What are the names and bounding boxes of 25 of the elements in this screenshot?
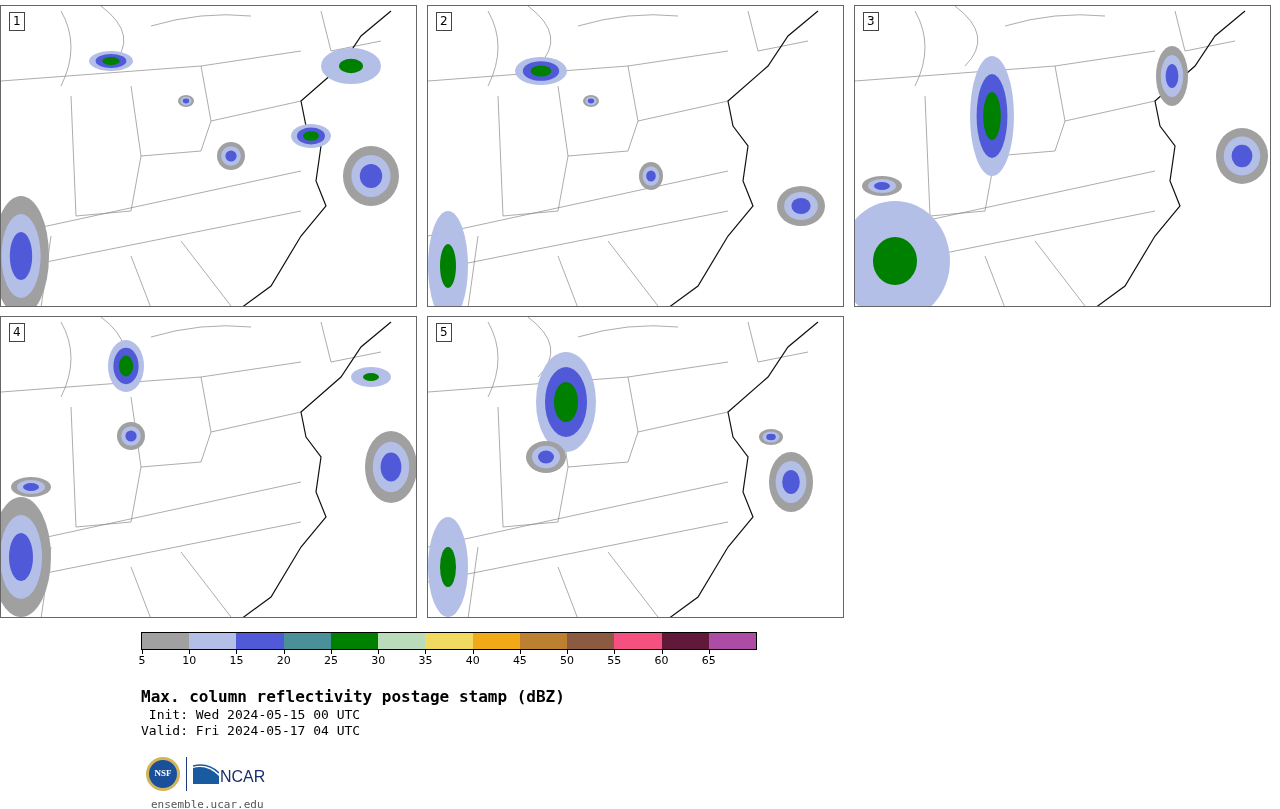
tick-label: 65 [701, 654, 716, 667]
tick-label: 55 [607, 654, 622, 667]
tick-label: 50 [560, 654, 575, 667]
tick-label: 45 [512, 654, 527, 667]
tick-label: 35 [418, 654, 433, 667]
tick-label: 20 [276, 654, 291, 667]
nsf-logo: NSF [146, 757, 180, 791]
panel-number-label: 4 [9, 323, 25, 342]
panel-number-label: 1 [9, 12, 25, 31]
tick-label: 30 [371, 654, 386, 667]
panel-number-label: 2 [436, 12, 452, 31]
panel-number-label: 5 [436, 323, 452, 342]
valid-time: Valid: Fri 2024-05-17 04 UTC [141, 723, 361, 739]
init-time: Init: Wed 2024-05-15 00 UTC [147, 707, 361, 723]
panel-number-label: 3 [863, 12, 879, 31]
tick-label: 40 [465, 654, 480, 667]
ncar-logo: NCAR [220, 767, 266, 787]
chart-title: Max. column reflectivity postage stamp (dBZ) [141, 687, 566, 707]
tick-label: 10 [182, 654, 197, 667]
swoosh-icon [193, 764, 219, 784]
tick-label: 15 [229, 654, 244, 667]
tick-label: 5 [138, 654, 146, 667]
tick-label: 60 [654, 654, 669, 667]
website-url: ensemble.ucar.edu [151, 797, 264, 809]
tick-label: 25 [323, 654, 338, 667]
